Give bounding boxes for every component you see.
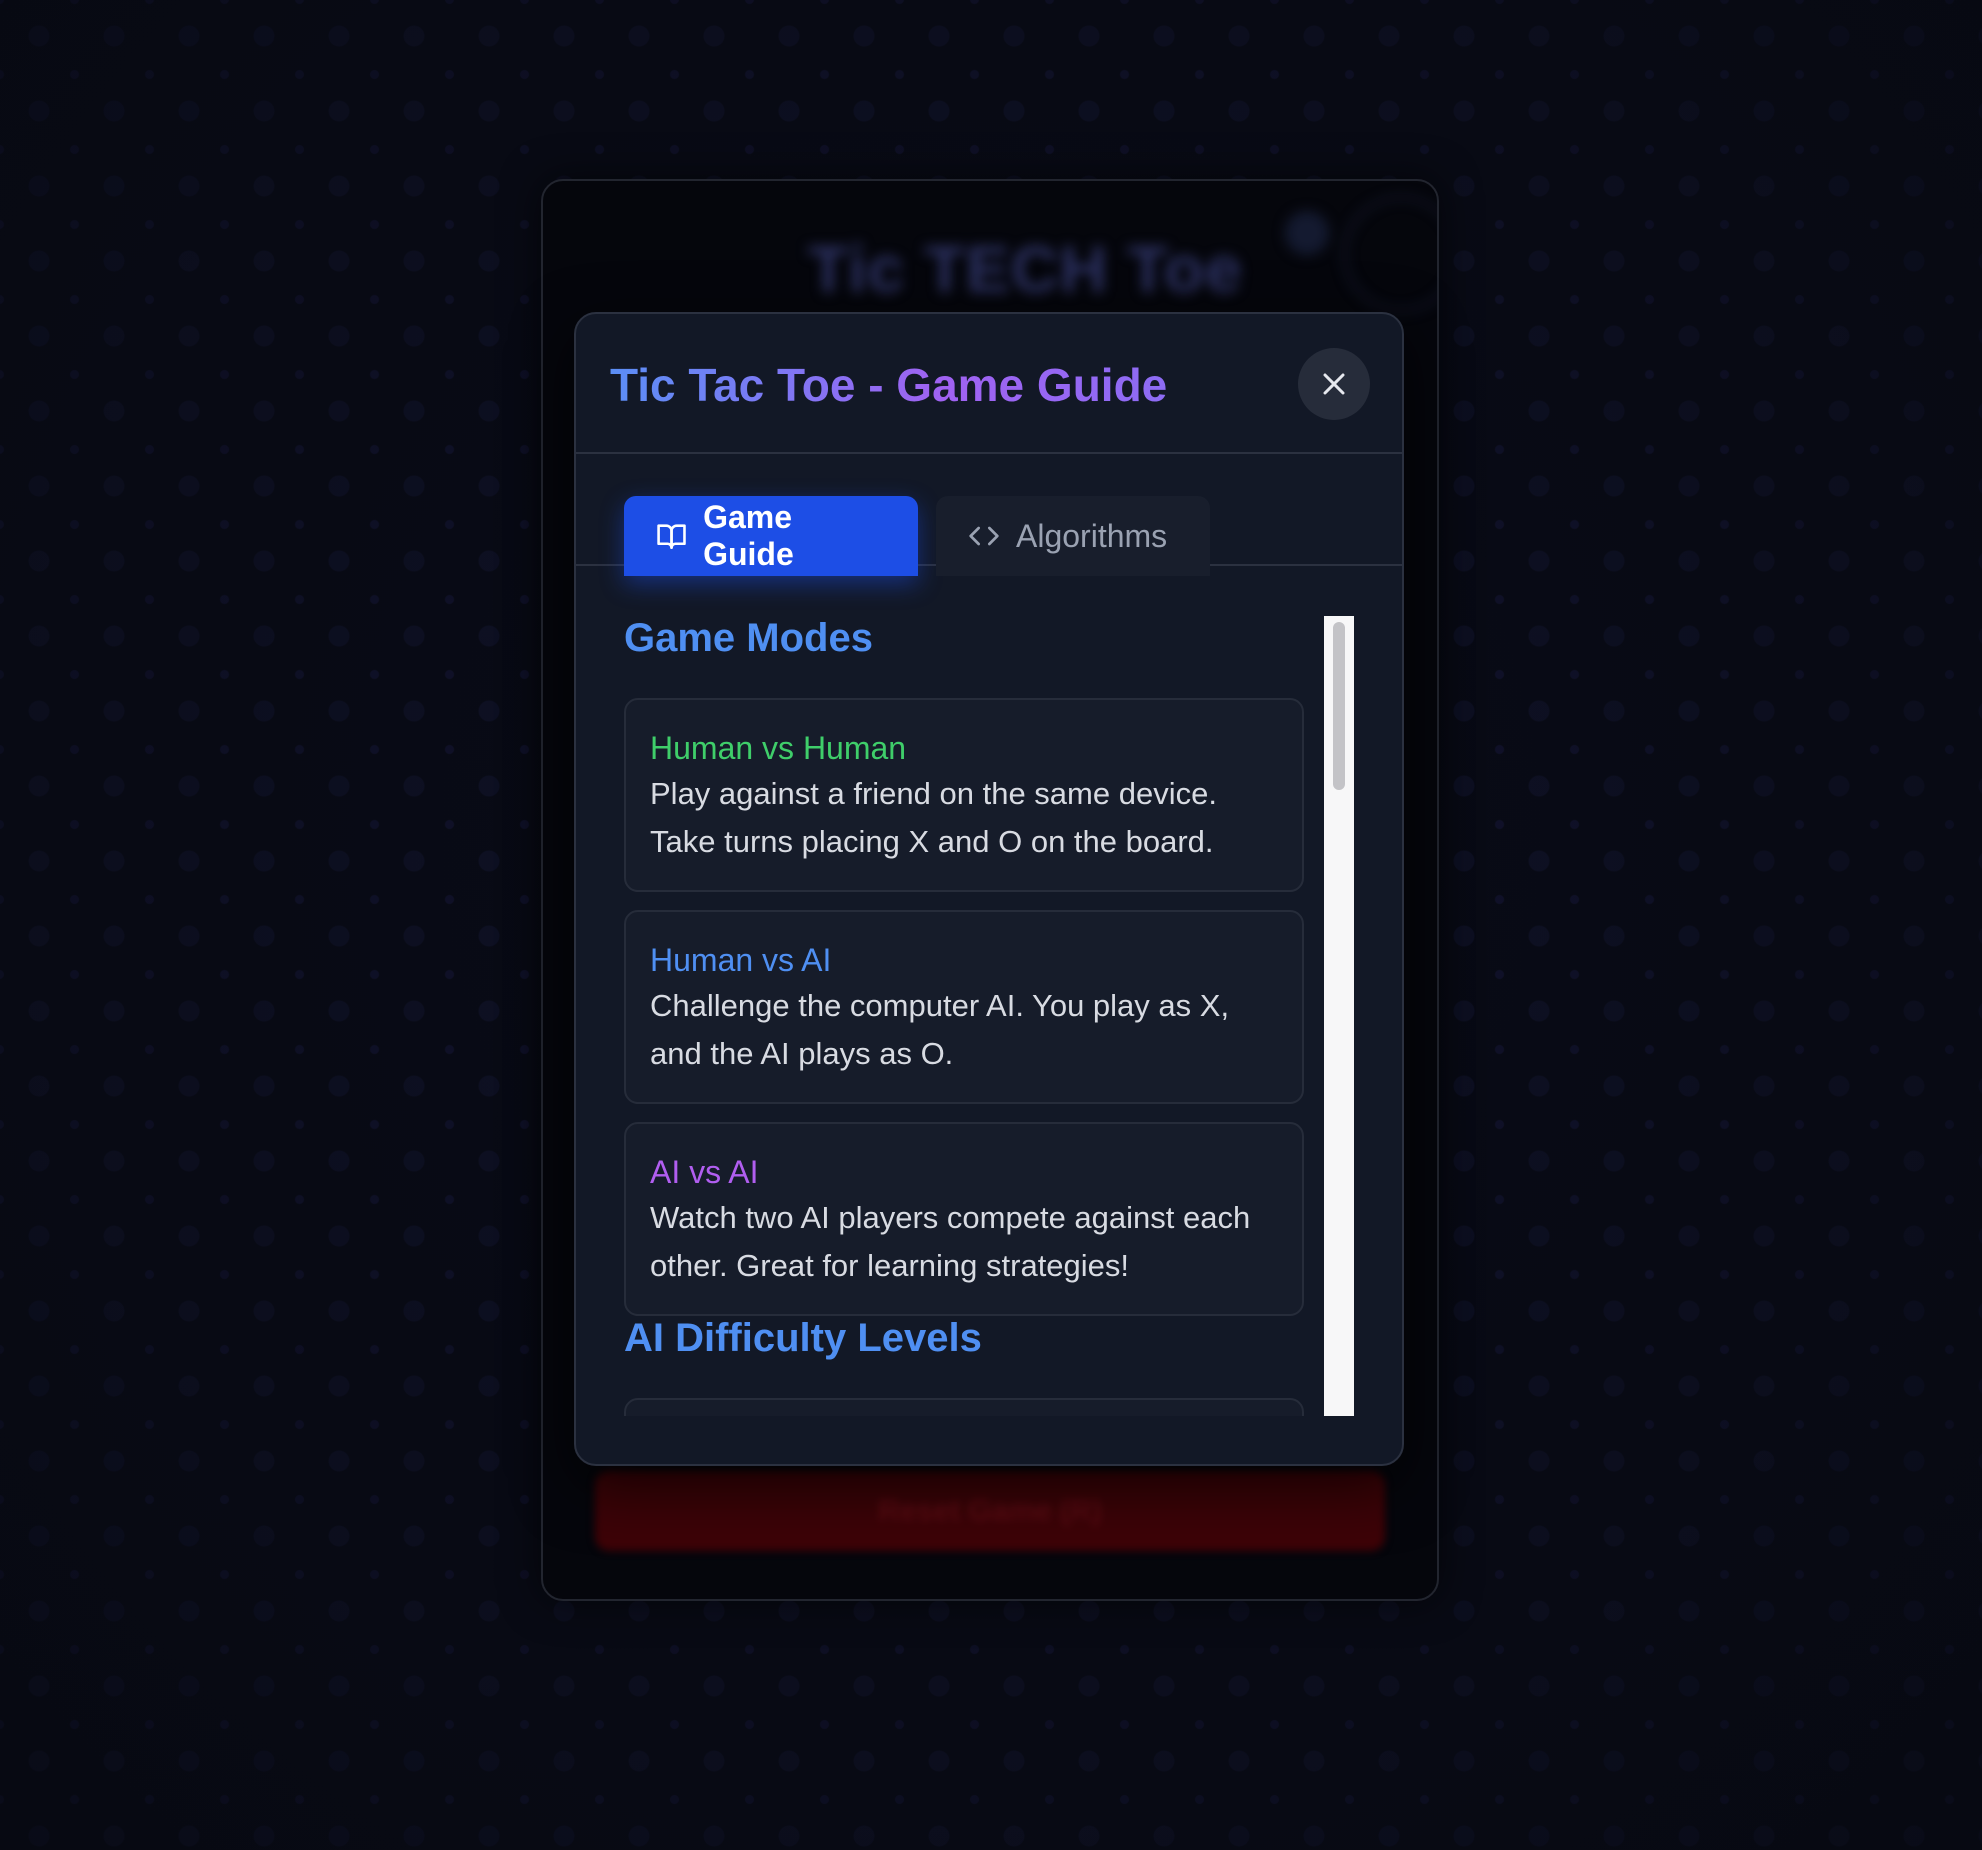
- code-icon: [969, 526, 999, 546]
- card-title: AI vs AI: [650, 1154, 759, 1190]
- card-title: Human vs AI: [650, 942, 832, 978]
- tab-bar: Game Guide Algorithms: [576, 452, 1402, 576]
- modal-header: Tic Tac Toe - Game Guide: [576, 314, 1402, 454]
- guide-content[interactable]: Game Modes Human vs Human Play against a…: [624, 616, 1304, 1416]
- section-title-ai-difficulty: AI Difficulty Levels: [624, 1316, 982, 1360]
- tab-label: Algorithms: [1016, 517, 1168, 554]
- app-status-dot: [1285, 211, 1329, 255]
- app-settings-button: [1343, 196, 1437, 312]
- app-header: Tic TECH Toe: [543, 181, 1437, 312]
- mode-card-ai-vs-ai: AI vs AI Watch two AI players compete ag…: [624, 1122, 1304, 1316]
- mode-card-human-vs-ai: Human vs AI Challenge the computer AI. Y…: [624, 910, 1304, 1104]
- tab-game-guide[interactable]: Game Guide: [624, 496, 918, 576]
- tab-algorithms[interactable]: Algorithms: [936, 496, 1210, 576]
- difficulty-card: [624, 1398, 1304, 1416]
- reset-game-button: Reset Game (R): [595, 1471, 1385, 1551]
- section-title-game-modes: Game Modes: [624, 616, 873, 660]
- scroll-thumb[interactable]: [1333, 622, 1345, 790]
- tab-label: Game Guide: [703, 499, 794, 572]
- close-icon: [1323, 373, 1345, 395]
- book-open-icon: [657, 524, 686, 549]
- card-text: Play against a friend on the same device…: [650, 776, 1217, 859]
- game-guide-modal: Tic Tac Toe - Game Guide Game Guide Algo…: [574, 312, 1404, 1466]
- card-text: Challenge the computer AI. You play as X…: [650, 988, 1230, 1071]
- card-title: Human vs Human: [650, 730, 907, 766]
- content-scrollbar[interactable]: [1324, 616, 1354, 1416]
- modal-title: Tic Tac Toe - Game Guide: [610, 359, 1168, 411]
- close-button[interactable]: [1298, 348, 1370, 420]
- card-text: Watch two AI players compete against eac…: [650, 1200, 1251, 1283]
- mode-card-human-vs-human: Human vs Human Play against a friend on …: [624, 698, 1304, 892]
- app-title: Tic TECH Toe: [808, 232, 1243, 306]
